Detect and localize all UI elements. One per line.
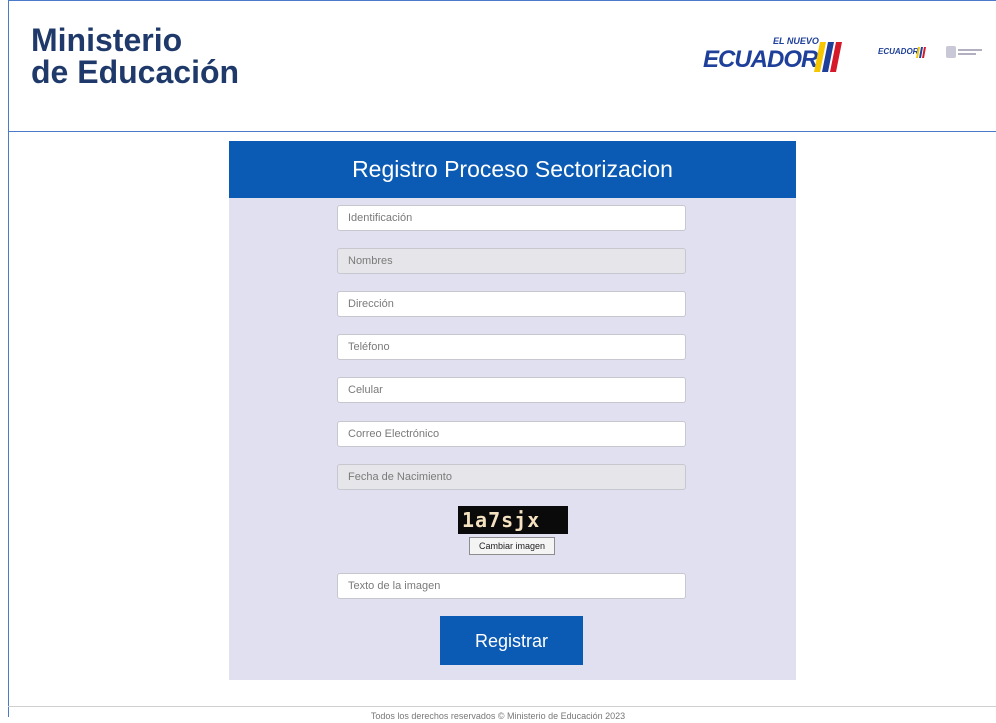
brand-line-1: Ministerio — [31, 22, 183, 58]
ecuador-logo-small-word: ECUADOR — [878, 47, 919, 56]
telefono-input[interactable] — [337, 334, 686, 360]
government-seal-icon — [946, 46, 982, 58]
ecuador-flag-stripes-icon — [814, 42, 842, 72]
captcha-image: 1a7sjx — [458, 506, 568, 534]
registration-panel: Registro Proceso Sectorizacion 1a7sjx Ca… — [229, 141, 796, 680]
captcha-text-input[interactable] — [337, 573, 686, 599]
change-captcha-button[interactable]: Cambiar imagen — [469, 537, 555, 555]
page-frame-left — [8, 0, 9, 717]
ecuador-logo: EL NUEVO ECUADOR — [703, 34, 843, 74]
register-button[interactable]: Registrar — [440, 616, 583, 665]
correo-input[interactable] — [337, 421, 686, 447]
ecuador-flag-stripes-small-icon — [916, 47, 926, 58]
ministry-logo: Ministerio de Educación — [31, 24, 239, 88]
celular-input[interactable] — [337, 377, 686, 403]
ecuador-logo-word: ECUADOR — [703, 46, 818, 73]
header-divider — [8, 131, 996, 132]
direccion-input[interactable] — [337, 291, 686, 317]
identificacion-input[interactable] — [337, 205, 686, 231]
footer-text: Todos los derechos reservados © Minister… — [370, 711, 626, 721]
form-title: Registro Proceso Sectorizacion — [229, 141, 796, 198]
ecuador-logo-small: ECUADOR — [878, 45, 928, 59]
nombres-input[interactable] — [337, 248, 686, 274]
page-frame-top — [8, 0, 996, 1]
brand-line-2: de Educación — [31, 54, 240, 90]
fecha-nacimiento-input[interactable] — [337, 464, 686, 490]
footer-divider — [8, 706, 996, 707]
